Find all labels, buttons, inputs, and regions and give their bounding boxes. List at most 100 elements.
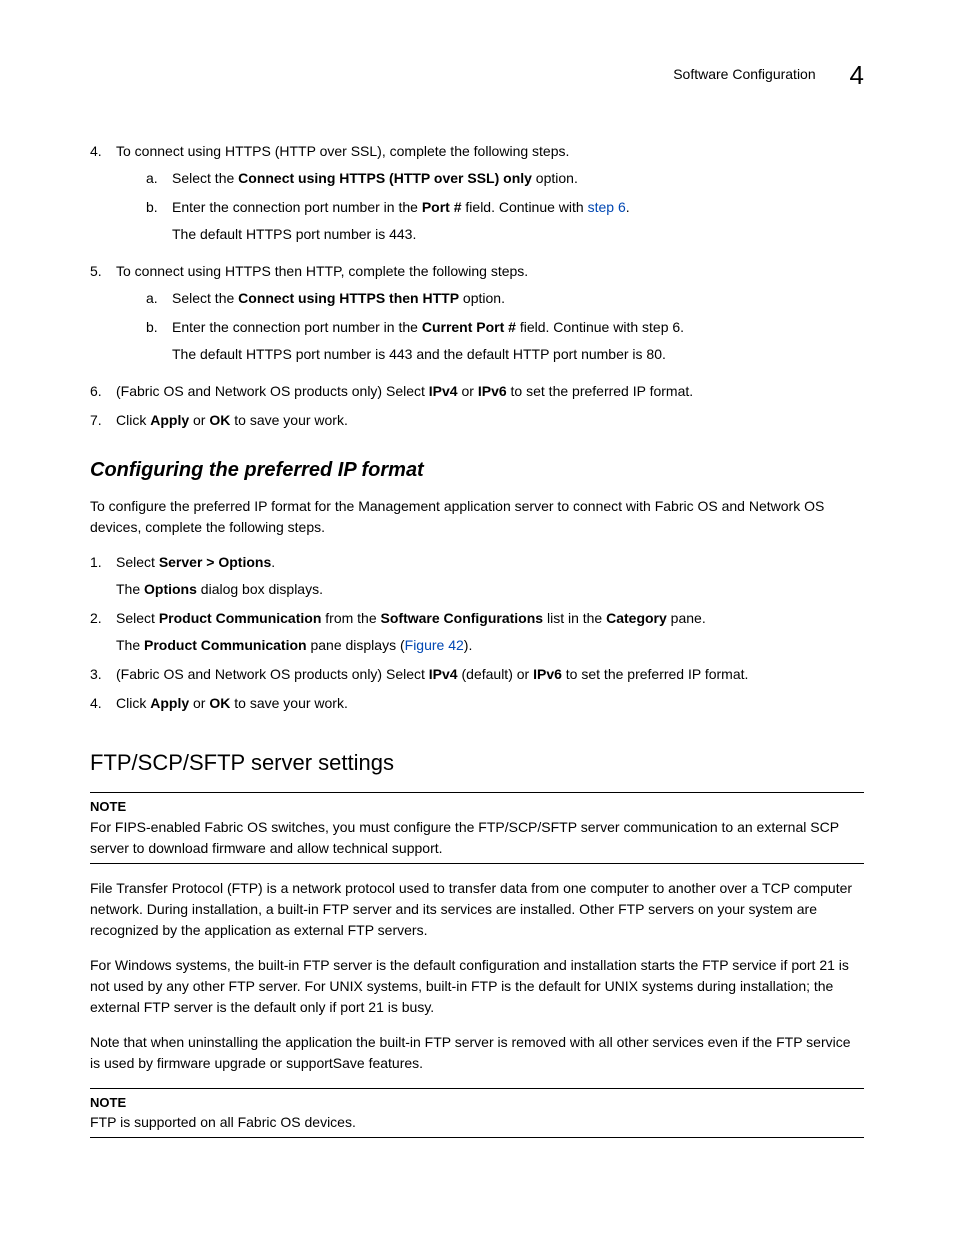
text-run: The [116, 637, 144, 653]
list-marker: 6. [90, 381, 116, 402]
text-run: to set the preferred IP format. [507, 383, 694, 399]
bold-text: Category [606, 610, 667, 626]
list-content: Select the Connect using HTTPS (HTTP ove… [172, 168, 864, 189]
bold-text: IPv4 [429, 666, 458, 682]
text-run: option. [459, 290, 505, 306]
text-run: Select [116, 554, 159, 570]
text-run: To connect using HTTPS (HTTP over SSL), … [116, 143, 569, 159]
list-marker: 3. [90, 664, 116, 685]
step-list-2: 1.Select Server > Options. The Options di… [90, 552, 864, 714]
bold-text: Software Configurations [381, 610, 544, 626]
text-run: To connect using HTTPS then HTTP, comple… [116, 263, 528, 279]
body-paragraph: For Windows systems, the built-in FTP se… [90, 955, 864, 1018]
text-run: . [271, 554, 275, 570]
list-marker: 4. [90, 693, 116, 714]
list-item: a.Select the Connect using HTTPS then HT… [146, 288, 864, 309]
list-content: Select Server > Options. The Options dial… [116, 552, 864, 600]
continuation-text: The default HTTPS port number is 443. [172, 224, 864, 245]
sub-list: a.Select the Connect using HTTPS then HT… [146, 288, 864, 365]
bold-text: Apply [150, 695, 189, 711]
list-content: Select the Connect using HTTPS then HTTP… [172, 288, 864, 309]
bold-text: OK [209, 412, 230, 428]
text-run: ). [464, 637, 473, 653]
text-run: Select the [172, 290, 238, 306]
section-intro: To configure the preferred IP format for… [90, 496, 864, 538]
list-item: b.Enter the connection port number in th… [146, 317, 864, 365]
list-item: 3.(Fabric OS and Network OS products onl… [90, 664, 864, 685]
text-run: pane. [667, 610, 706, 626]
section-heading-ip-format: Configuring the preferred IP format [90, 459, 864, 482]
text-run: Select the [172, 170, 238, 186]
list-content: To connect using HTTPS then HTTP, comple… [116, 261, 864, 373]
list-content: (Fabric OS and Network OS products only)… [116, 381, 864, 402]
list-marker: a. [146, 168, 172, 189]
text-run: Enter the connection port number in the [172, 199, 422, 215]
bold-text: OK [209, 695, 230, 711]
bold-text: Options [144, 581, 197, 597]
text-run: . [626, 199, 630, 215]
document-page: Software Configuration 4 4.To connect us… [0, 0, 954, 1242]
text-run: (default) or [458, 666, 533, 682]
text-run: to save your work. [230, 695, 348, 711]
list-content: Click Apply or OK to save your work. [116, 693, 864, 714]
text-run: dialog box displays. [197, 581, 323, 597]
list-content: Enter the connection port number in the … [172, 197, 864, 245]
cross-reference-link[interactable]: step 6 [588, 199, 626, 215]
text-run: Select [116, 610, 159, 626]
list-marker: 7. [90, 410, 116, 431]
list-marker: 5. [90, 261, 116, 373]
note-block-2: NOTE FTP is supported on all Fabric OS d… [90, 1088, 864, 1139]
bold-text: IPv6 [533, 666, 562, 682]
text-run: field. Continue with [462, 199, 588, 215]
list-content: Enter the connection port number in the … [172, 317, 864, 365]
step-list-1: 4.To connect using HTTPS (HTTP over SSL)… [90, 141, 864, 431]
note-text: For FIPS-enabled Fabric OS switches, you… [90, 817, 864, 859]
continuation-text: The default HTTPS port number is 443 and… [172, 344, 864, 365]
list-item: 1.Select Server > Options. The Options di… [90, 552, 864, 600]
bold-text: Connect using HTTPS then HTTP [238, 290, 459, 306]
bold-text: Server > Options [159, 554, 271, 570]
text-run: The default HTTPS port number is 443 and… [172, 346, 666, 362]
running-header: Software Configuration 4 [90, 60, 864, 91]
continuation-text: The Options dialog box displays. [116, 579, 864, 600]
sub-list: a.Select the Connect using HTTPS (HTTP o… [146, 168, 864, 245]
text-run: or [458, 383, 478, 399]
list-marker: a. [146, 288, 172, 309]
text-run: list in the [543, 610, 606, 626]
text-run: or [189, 695, 209, 711]
bold-text: IPv4 [429, 383, 458, 399]
list-content: To connect using HTTPS (HTTP over SSL), … [116, 141, 864, 253]
list-item: a.Select the Connect using HTTPS (HTTP o… [146, 168, 864, 189]
bold-text: Product Communication [159, 610, 322, 626]
text-run: pane displays ( [307, 637, 405, 653]
cross-reference-link[interactable]: Figure 42 [405, 637, 464, 653]
note-text: FTP is supported on all Fabric OS device… [90, 1112, 864, 1133]
header-title: Software Configuration [673, 66, 815, 82]
list-item: 6.(Fabric OS and Network OS products onl… [90, 381, 864, 402]
list-item: 4.To connect using HTTPS (HTTP over SSL)… [90, 141, 864, 253]
text-run: (Fabric OS and Network OS products only)… [116, 666, 429, 682]
list-marker: b. [146, 197, 172, 245]
body-paragraph: File Transfer Protocol (FTP) is a networ… [90, 878, 864, 941]
text-run: to save your work. [230, 412, 348, 428]
note-block-1: NOTE For FIPS-enabled Fabric OS switches… [90, 792, 864, 864]
list-item: b.Enter the connection port number in th… [146, 197, 864, 245]
list-content: Click Apply or OK to save your work. [116, 410, 864, 431]
text-run: from the [321, 610, 380, 626]
bold-text: Apply [150, 412, 189, 428]
text-run: The default HTTPS port number is 443. [172, 226, 416, 242]
bold-text: Current Port # [422, 319, 516, 335]
note-label: NOTE [90, 797, 864, 817]
list-marker: 2. [90, 608, 116, 656]
text-run: The [116, 581, 144, 597]
bold-text: IPv6 [478, 383, 507, 399]
list-marker: 1. [90, 552, 116, 600]
bold-text: Port # [422, 199, 462, 215]
chapter-number: 4 [850, 60, 864, 90]
list-marker: b. [146, 317, 172, 365]
bold-text: Connect using HTTPS (HTTP over SSL) only [238, 170, 532, 186]
text-run: Enter the connection port number in the [172, 319, 422, 335]
list-marker: 4. [90, 141, 116, 253]
text-run: or [189, 412, 209, 428]
text-run: option. [532, 170, 578, 186]
